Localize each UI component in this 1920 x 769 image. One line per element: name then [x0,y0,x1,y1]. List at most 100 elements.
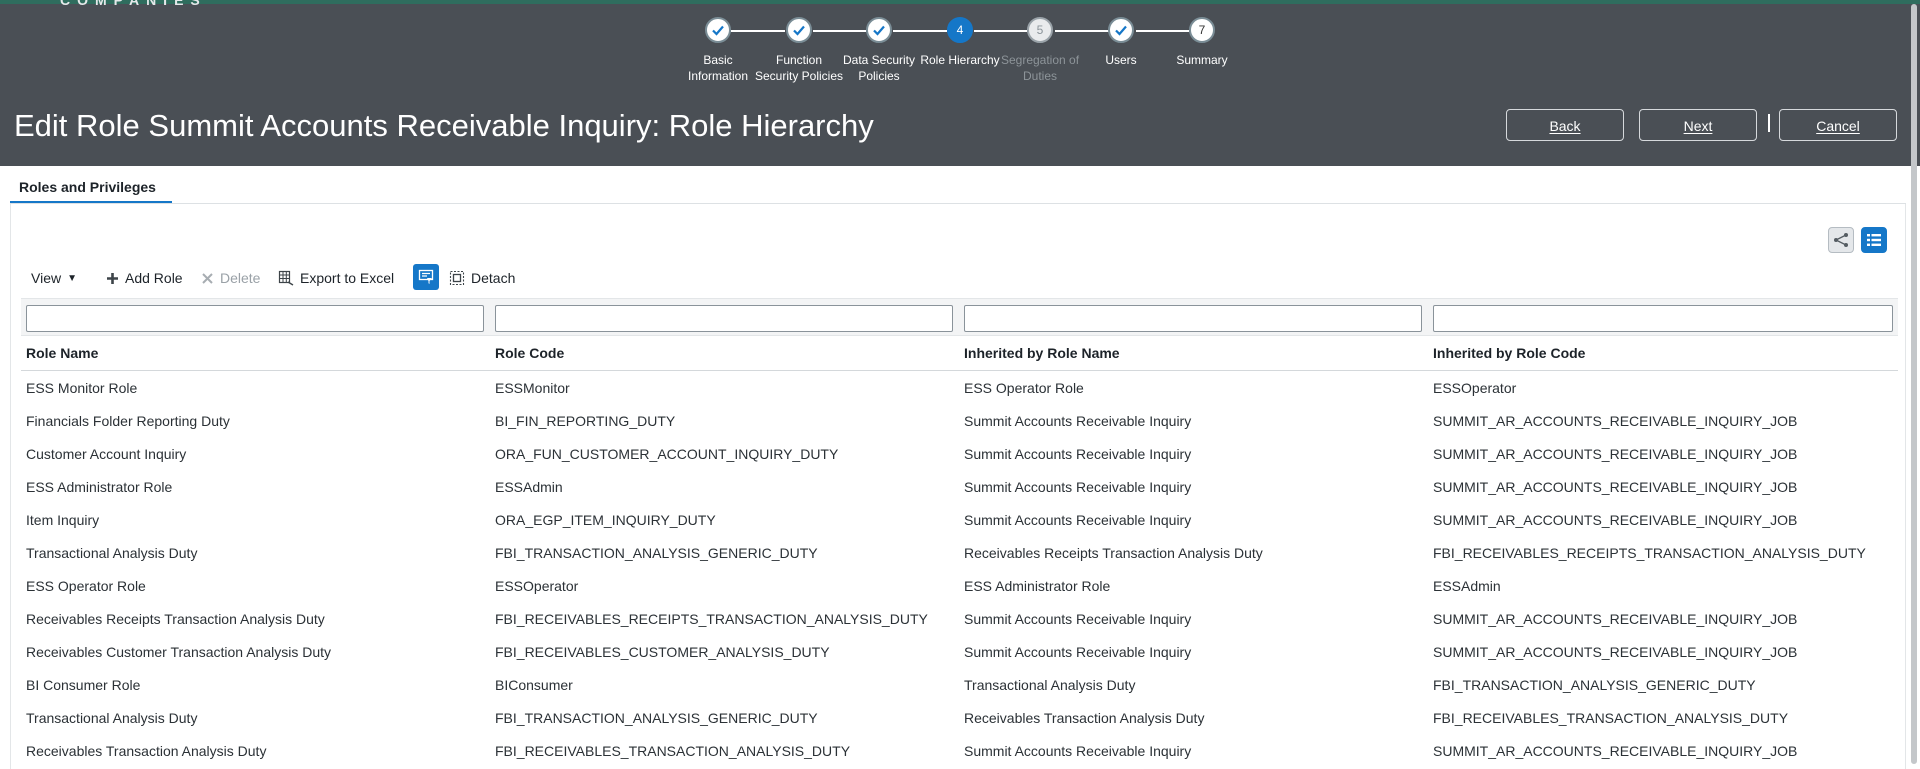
train-step-summary[interactable]: 7 Summary [1152,17,1252,68]
detach-icon [449,270,465,286]
cell-inherited-role-name: Summit Accounts Receivable Inquiry [964,743,1192,759]
cell-inherited-role-code: ESSAdmin [1433,578,1501,594]
column-header-inherited-role-name[interactable]: Inherited by Role Name [964,345,1120,361]
cell-inherited-role-name: Summit Accounts Receivable Inquiry [964,479,1192,495]
table-row[interactable]: ESS Monitor Role ESSMonitor ESS Operator R… [21,371,1898,404]
cell-inherited-role-name: Summit Accounts Receivable Inquiry [964,446,1192,462]
cell-inherited-role-code: SUMMIT_AR_ACCOUNTS_RECEIVABLE_INQUIRY_JO… [1433,644,1798,660]
cell-role-name: Financials Folder Reporting Duty [26,413,230,429]
check-icon [866,17,892,43]
cell-role-name: Customer Account Inquiry [26,446,187,462]
cell-role-name: Receivables Transaction Analysis Duty [26,743,267,759]
table-row[interactable]: ESS Operator Role ESSOperator ESS Administ… [21,569,1898,602]
page-title: Edit Role Summit Accounts Receivable Inq… [14,108,874,143]
cell-role-code: FBI_RECEIVABLES_TRANSACTION_ANALYSIS_DUT… [495,743,851,759]
view-menu[interactable]: View ▼ [31,264,77,292]
cell-inherited-role-code: SUMMIT_AR_ACCOUNTS_RECEIVABLE_INQUIRY_JO… [1433,479,1798,495]
filter-input-role-code[interactable] [495,305,953,332]
check-icon [1108,17,1134,43]
check-icon [786,17,812,43]
query-by-example-toggle[interactable] [413,264,439,290]
cell-role-name: ESS Operator Role [26,578,146,594]
cell-inherited-role-code: SUMMIT_AR_ACCOUNTS_RECEIVABLE_INQUIRY_JO… [1433,446,1798,462]
cell-inherited-role-name: Summit Accounts Receivable Inquiry [964,512,1192,528]
cell-role-code: FBI_TRANSACTION_ANALYSIS_GENERIC_DUTY [495,545,818,561]
table-row[interactable]: Transactional Analysis Duty FBI_TRANSACTI… [21,536,1898,569]
detach-button[interactable]: Detach [449,264,515,292]
check-icon [705,17,731,43]
step-number: 5 [1027,17,1053,43]
train-step-label: Summary [1176,53,1228,67]
cell-inherited-role-name: ESS Operator Role [964,380,1084,396]
cell-inherited-role-name: Summit Accounts Receivable Inquiry [964,611,1192,627]
list-view-button[interactable] [1861,227,1887,253]
add-role-button[interactable]: Add Role [106,264,183,292]
company-logo: COMPANIES [60,0,207,8]
tab-roles-and-privileges[interactable]: Roles and Privileges [10,176,172,204]
cell-inherited-role-code: FBI_RECEIVABLES_RECEIPTS_TRANSACTION_ANA… [1433,545,1866,561]
cell-role-name: ESS Administrator Role [26,479,173,495]
cell-inherited-role-name: ESS Administrator Role [964,578,1111,594]
cell-role-name: BI Consumer Role [26,677,141,693]
table-row[interactable]: Transactional Analysis Duty FBI_TRANSACTI… [21,701,1898,734]
header-bar: COMPANIES Basic Information Function Secur… [0,0,1920,166]
table-row[interactable]: Receivables Customer Transaction Analysi… [21,635,1898,668]
step-number: 7 [1189,17,1215,43]
cell-role-code: ESSOperator [495,578,579,594]
filter-input-role-name[interactable] [26,305,484,332]
cell-role-name: Transactional Analysis Duty [26,710,198,726]
table-row[interactable]: Financials Folder Reporting Duty BI_FIN_R… [21,404,1898,437]
detach-label: Detach [471,270,516,286]
cell-inherited-role-code: SUMMIT_AR_ACCOUNTS_RECEIVABLE_INQUIRY_JO… [1433,611,1798,627]
cell-inherited-role-name: Receivables Receipts Transaction Analysi… [964,545,1263,561]
cell-role-code: FBI_RECEIVABLES_RECEIPTS_TRANSACTION_ANA… [495,611,928,627]
view-menu-label: View [31,270,62,286]
cell-role-name: Transactional Analysis Duty [26,545,198,561]
delete-x-icon [201,272,214,285]
cell-role-name: Receivables Customer Transaction Analysi… [26,644,332,660]
add-role-label: Add Role [125,270,183,286]
cell-role-code: BIConsumer [495,677,573,693]
column-header-role-name[interactable]: Role Name [26,345,98,361]
back-button[interactable]: Back [1506,109,1624,141]
cell-role-code: ESSAdmin [495,479,563,495]
cell-inherited-role-code: SUMMIT_AR_ACCOUNTS_RECEIVABLE_INQUIRY_JO… [1433,413,1798,429]
table-row[interactable]: Customer Account Inquiry ORA_FUN_CUSTOMER… [21,437,1898,470]
cell-role-code: ESSMonitor [495,380,570,396]
hierarchy-graph-view-button[interactable] [1828,227,1854,253]
button-separator [1768,114,1770,132]
cancel-button[interactable]: Cancel [1779,109,1897,141]
filter-input-inherited-role-name[interactable] [964,305,1422,332]
filter-input-inherited-role-code[interactable] [1433,305,1893,332]
table-row[interactable]: ESS Administrator Role ESSAdmin Summit Acc… [21,470,1898,503]
caret-down-icon: ▼ [67,272,77,284]
table-row[interactable]: Receivables Receipts Transaction Analysi… [21,602,1898,635]
table-row[interactable]: Item Inquiry ORA_EGP_ITEM_INQUIRY_DUTY Sum… [21,503,1898,536]
filter-icon [418,269,434,284]
cell-inherited-role-name: Summit Accounts Receivable Inquiry [964,413,1192,429]
cell-role-code: FBI_TRANSACTION_ANALYSIS_GENERIC_DUTY [495,710,818,726]
cell-inherited-role-name: Summit Accounts Receivable Inquiry [964,644,1192,660]
delete-label: Delete [220,270,261,286]
process-train: Basic Information Function Security Polici… [0,17,1920,97]
delete-button[interactable]: Delete [201,264,260,292]
cell-inherited-role-code: SUMMIT_AR_ACCOUNTS_RECEIVABLE_INQUIRY_JO… [1433,512,1798,528]
plus-icon [106,272,119,285]
cell-inherited-role-name: Transactional Analysis Duty [964,677,1136,693]
table-row[interactable]: BI Consumer Role BIConsumer Transactional … [21,668,1898,701]
export-to-excel-button[interactable]: Export to Excel [278,264,394,292]
cell-role-name: Item Inquiry [26,512,100,528]
cell-role-code: BI_FIN_REPORTING_DUTY [495,413,676,429]
cell-role-code: ORA_FUN_CUSTOMER_ACCOUNT_INQUIRY_DUTY [495,446,839,462]
table-row[interactable]: Receivables Transaction Analysis Duty FBI… [21,734,1898,767]
cell-role-code: FBI_RECEIVABLES_CUSTOMER_ANALYSIS_DUTY [495,644,830,660]
cell-inherited-role-name: Receivables Transaction Analysis Duty [964,710,1205,726]
cell-role-name: Receivables Receipts Transaction Analysi… [26,611,325,627]
next-button[interactable]: Next [1639,109,1757,141]
column-header-inherited-role-code[interactable]: Inherited by Role Code [1433,345,1585,361]
cell-role-name: ESS Monitor Role [26,380,138,396]
cell-inherited-role-code: FBI_RECEIVABLES_TRANSACTION_ANALYSIS_DUT… [1433,710,1789,726]
cell-role-code: ORA_EGP_ITEM_INQUIRY_DUTY [495,512,716,528]
column-header-role-code[interactable]: Role Code [495,345,564,361]
page-scrollbar[interactable] [1911,4,1917,764]
